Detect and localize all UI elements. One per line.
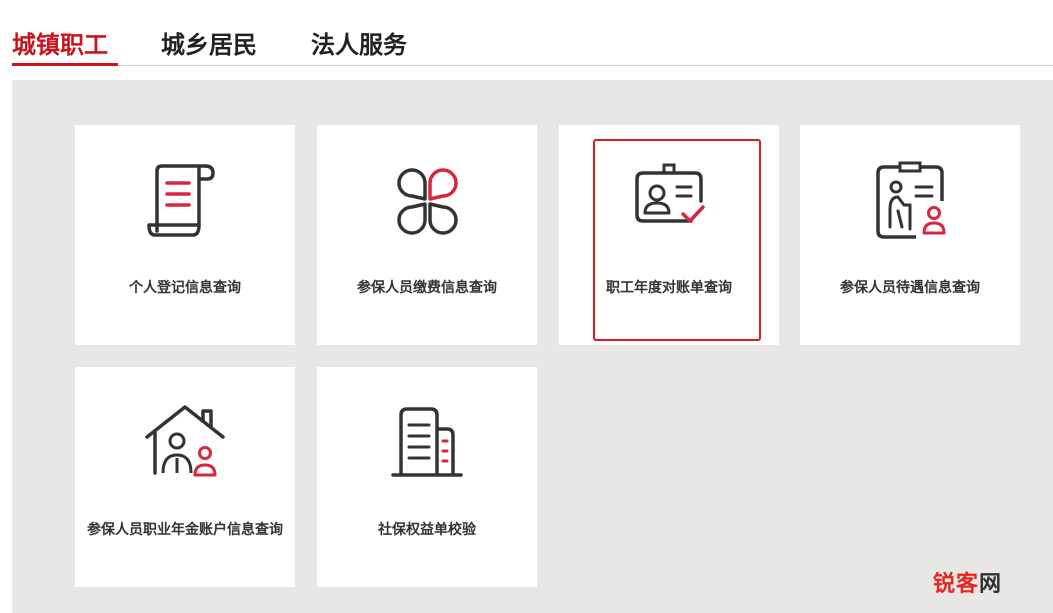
building-icon — [391, 407, 463, 477]
site-watermark: 锐客网 — [933, 566, 1002, 598]
card-benefit-info-query[interactable]: 参保人员待遇信息查询 — [800, 125, 1020, 345]
card-label: 个人登记信息查询 — [129, 280, 241, 296]
scroll-document-icon — [147, 164, 215, 237]
card-personal-registration-query[interactable]: 个人登记信息查询 — [75, 125, 295, 345]
card-annual-statement-query[interactable]: 职工年度对账单查询 — [559, 125, 779, 345]
tab-legal-entity-service[interactable]: 法人服务 — [311, 28, 407, 62]
house-family-icon — [145, 405, 225, 477]
card-occupational-annuity-query[interactable]: 参保人员职业年金账户信息查询 — [75, 367, 295, 587]
card-label: 参保人员缴费信息查询 — [357, 280, 497, 296]
card-label: 社保权益单校验 — [378, 522, 476, 538]
card-label: 参保人员待遇信息查询 — [840, 280, 980, 296]
clipboard-elderly-icon — [876, 161, 946, 239]
watermark-part-2: 网 — [979, 572, 1003, 597]
tab-urban-rural-resident[interactable]: 城乡居民 — [161, 28, 257, 62]
card-label: 参保人员职业年金账户信息查询 — [87, 522, 283, 538]
card-social-security-rights-verify[interactable]: 社保权益单校验 — [317, 367, 537, 587]
card-contribution-info-query[interactable]: 参保人员缴费信息查询 — [317, 125, 537, 345]
card-label: 职工年度对账单查询 — [606, 280, 732, 296]
tab-urban-employee[interactable]: 城镇职工 — [12, 28, 108, 62]
tabs-divider — [12, 65, 1053, 66]
id-card-check-icon — [635, 163, 705, 223]
watermark-part-1: 锐客 — [933, 572, 980, 597]
category-tabs: 城镇职工 城乡居民 法人服务 — [0, 0, 1053, 66]
four-petal-icon — [397, 168, 458, 235]
service-panel: 个人登记信息查询 参保人员缴费信息查询 职工年度对账单查询 参保人员待遇信息查询… — [12, 80, 1053, 613]
active-tab-indicator — [12, 63, 118, 66]
